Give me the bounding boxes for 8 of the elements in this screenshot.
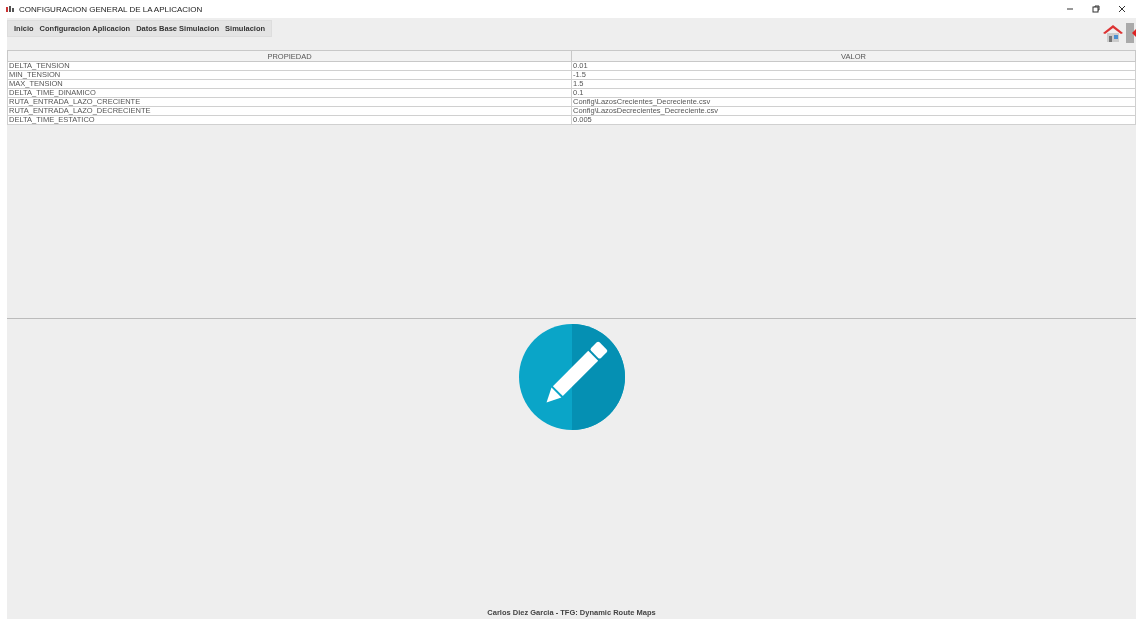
pencil-icon bbox=[517, 323, 626, 431]
home-icon[interactable] bbox=[1102, 23, 1124, 43]
close-icon[interactable] bbox=[1118, 5, 1126, 13]
window-title: CONFIGURACION GENERAL DE LA APLICACION bbox=[19, 4, 203, 14]
exit-door-icon[interactable] bbox=[1126, 22, 1136, 44]
minimize-icon[interactable] bbox=[1066, 5, 1074, 13]
app-icon bbox=[6, 6, 15, 12]
restore-icon[interactable] bbox=[1092, 5, 1100, 13]
